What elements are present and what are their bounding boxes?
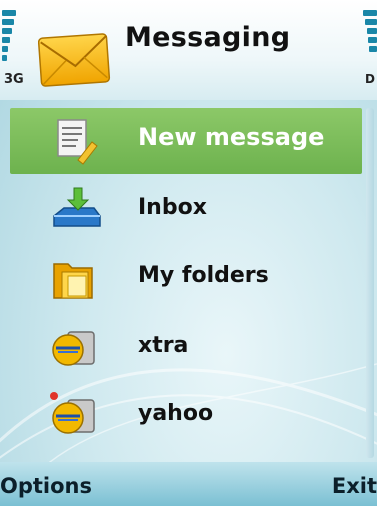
- network-type-label: 3G: [4, 72, 24, 87]
- menu-item-label: xtra: [138, 333, 189, 358]
- menu-item-label: New message: [138, 123, 325, 151]
- battery-indicator-label: D: [365, 72, 375, 86]
- menu-item-my-folders[interactable]: My folders: [10, 246, 362, 312]
- folder-icon: [48, 254, 104, 304]
- scrollbar[interactable]: [366, 108, 374, 458]
- options-softkey[interactable]: Options: [0, 474, 92, 498]
- messaging-menu-list: New message Inbox My folders xtra yahoo: [0, 108, 362, 460]
- menu-item-yahoo[interactable]: yahoo: [10, 384, 362, 450]
- menu-item-label: My folders: [138, 263, 269, 288]
- menu-item-inbox[interactable]: Inbox: [10, 178, 362, 244]
- mailbox-icon: [48, 392, 104, 442]
- app-title: Messaging: [125, 22, 291, 53]
- signal-strength-icon: [2, 10, 16, 72]
- mailbox-icon: [48, 324, 104, 374]
- menu-item-label: yahoo: [138, 401, 214, 426]
- phone-screen: 3G Messaging D New message Inbox My fold…: [0, 0, 377, 506]
- envelope-icon: [37, 30, 112, 88]
- battery-level-icon: [363, 10, 377, 72]
- softkey-bar: Options Exit: [0, 462, 377, 506]
- exit-softkey[interactable]: Exit: [332, 474, 377, 498]
- new-message-icon: [48, 116, 104, 166]
- inbox-icon: [48, 186, 104, 236]
- menu-item-xtra[interactable]: xtra: [10, 316, 362, 382]
- menu-item-new-message[interactable]: New message: [10, 108, 362, 174]
- menu-item-label: Inbox: [138, 195, 207, 220]
- title-pane: 3G Messaging D: [0, 0, 377, 100]
